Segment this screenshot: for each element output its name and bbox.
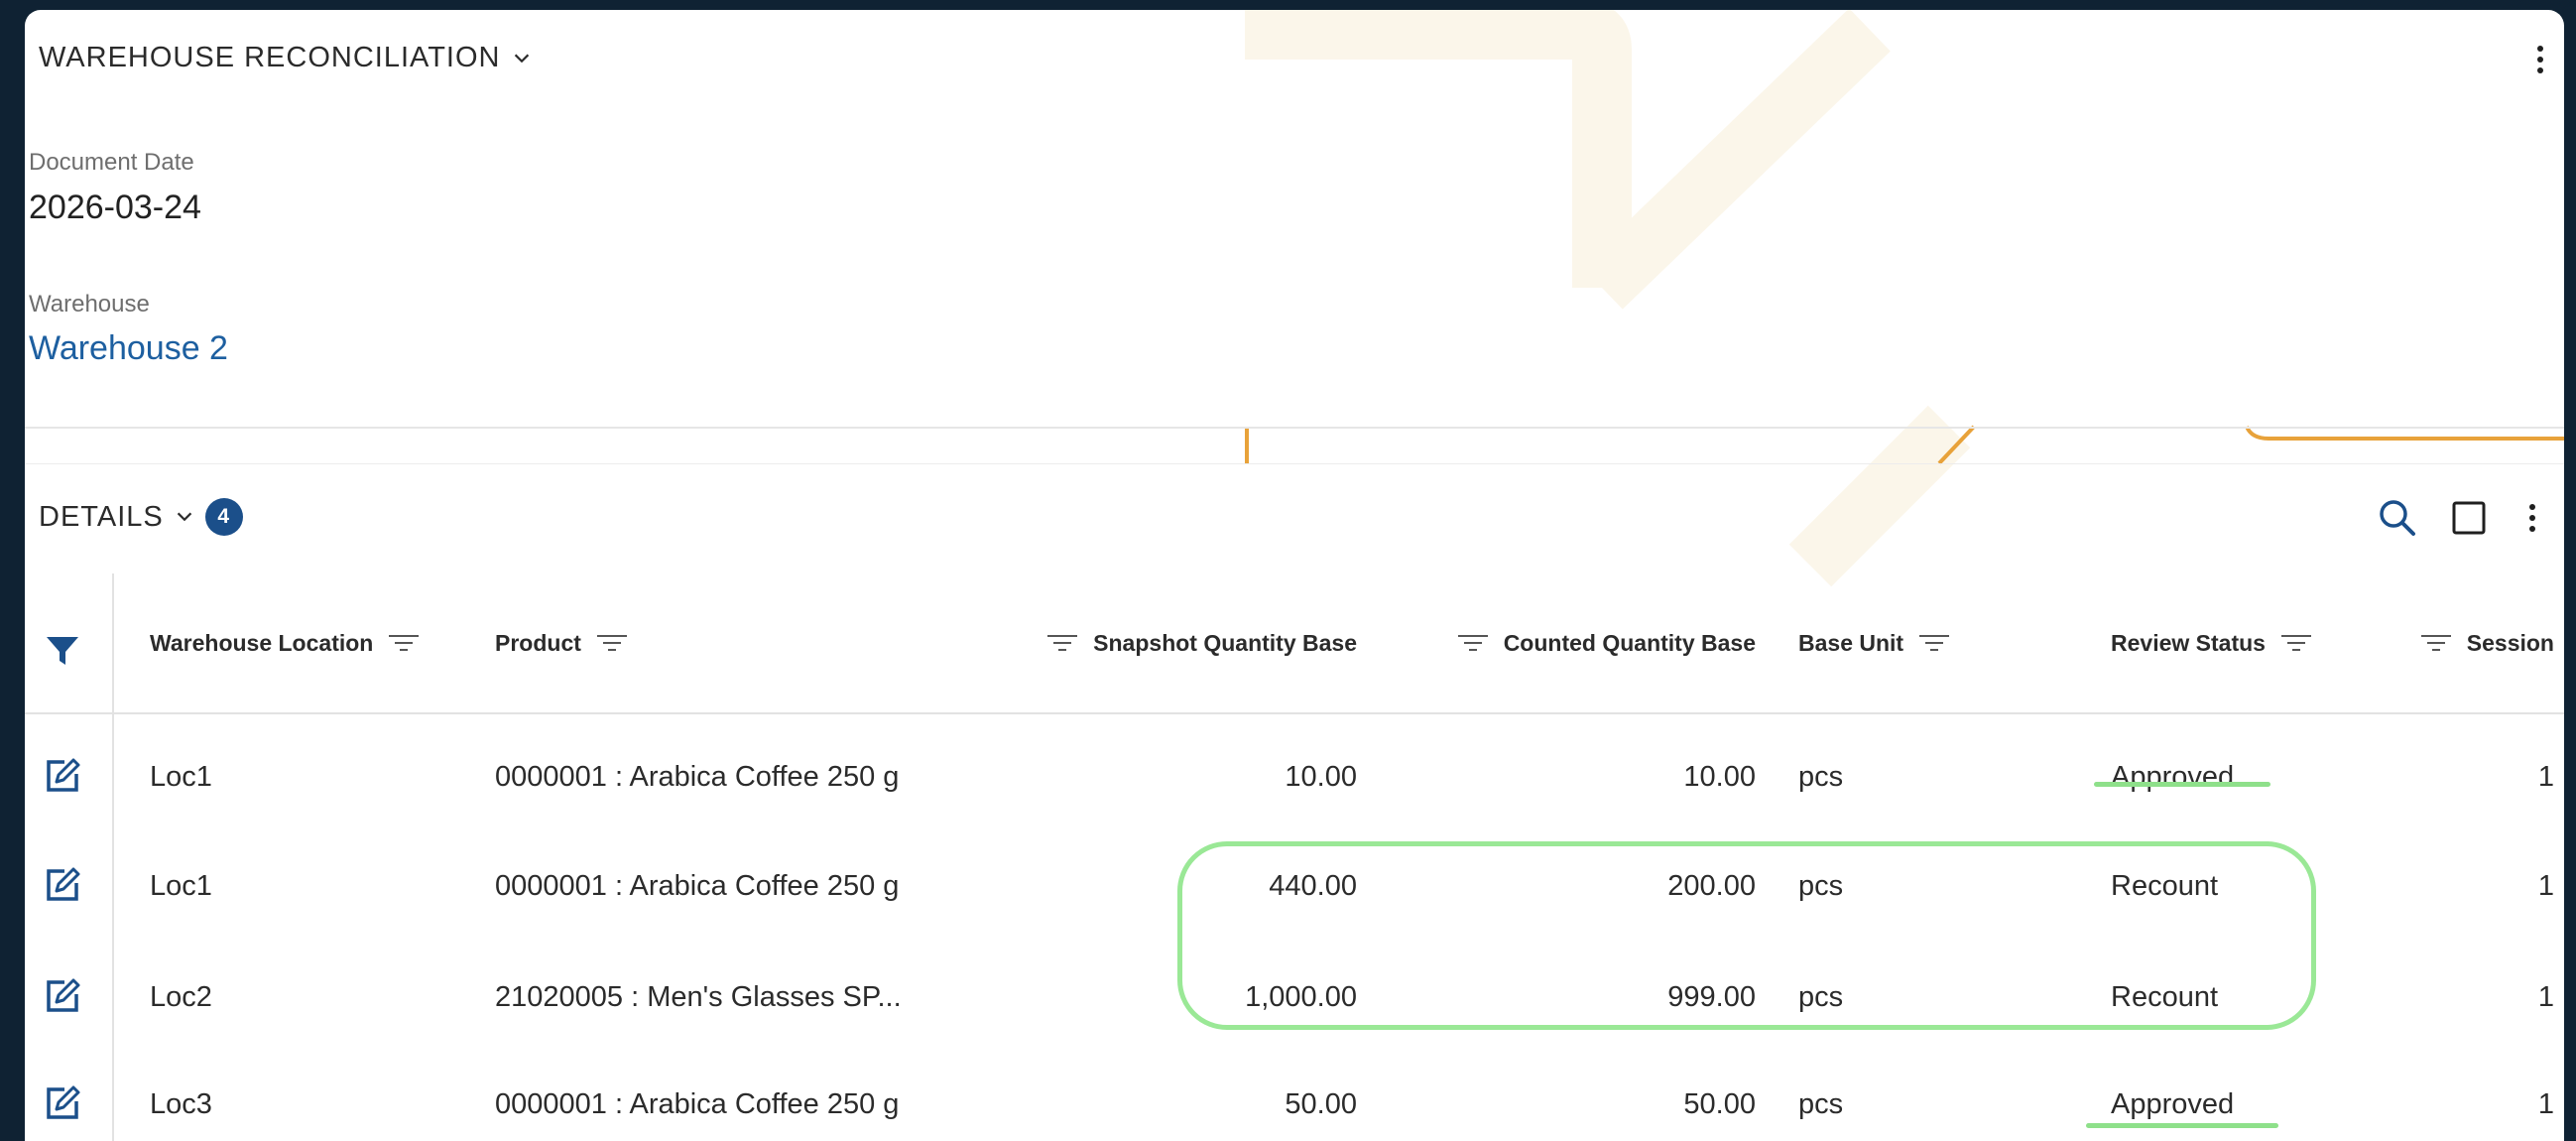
cell-product: 0000001 : Arabica Coffee 250 g: [495, 869, 900, 902]
table-more-options-icon[interactable]: [2522, 496, 2542, 540]
column-header-location-label: Warehouse Location: [150, 629, 374, 656]
column-header-session-label: Session: [2466, 629, 2554, 656]
cell-product: 0000001 : Arabica Coffee 250 g: [495, 760, 900, 793]
cell-session: 1: [2537, 869, 2554, 902]
cell-location: Loc3: [150, 1087, 212, 1120]
table-row[interactable]: Loc1 0000001 : Arabica Coffee 250 g 10.0…: [25, 722, 2564, 831]
column-filter-icon[interactable]: [2279, 630, 2313, 656]
column-filter-icon[interactable]: [1045, 630, 1079, 656]
details-title-text: DETAILS: [39, 500, 164, 533]
page-title-text: WAREHOUSE RECONCILIATION: [39, 42, 501, 73]
warehouse-label: Warehouse: [29, 291, 150, 317]
details-count-badge: 4: [204, 498, 243, 536]
column-header-product[interactable]: Product: [495, 623, 629, 663]
cell-location: Loc1: [150, 760, 212, 793]
column-header-location[interactable]: Warehouse Location: [150, 623, 421, 663]
column-header-counted[interactable]: Counted Quantity Base: [1413, 623, 1756, 663]
column-header-session[interactable]: Session: [2376, 623, 2554, 663]
cell-session: 1: [2537, 1087, 2554, 1120]
cell-counted: 50.00: [1683, 1087, 1756, 1120]
document-date-value: 2026-03-24: [29, 189, 201, 226]
cell-unit: pcs: [1798, 760, 1844, 793]
chevron-down-icon: [177, 512, 191, 522]
cell-location: Loc1: [150, 869, 212, 902]
approved-underline-annotation: [2094, 782, 2270, 787]
warehouse-link[interactable]: Warehouse 2: [29, 329, 228, 368]
recount-highlight-annotation: [1177, 841, 2316, 1030]
column-header-unit[interactable]: Base Unit: [1798, 623, 1951, 663]
edit-icon[interactable]: [43, 756, 82, 796]
column-header-snapshot[interactable]: Snapshot Quantity Base: [997, 623, 1357, 663]
edit-icon[interactable]: [43, 976, 82, 1016]
cell-unit: pcs: [1798, 1087, 1844, 1120]
column-filter-icon[interactable]: [2419, 630, 2453, 656]
column-filter-icon[interactable]: [1456, 630, 1490, 656]
cell-location: Loc2: [150, 980, 212, 1013]
column-header-status[interactable]: Review Status: [2111, 623, 2313, 663]
page-title[interactable]: WAREHOUSE RECONCILIATION: [39, 42, 533, 74]
section-divider: [25, 427, 2564, 429]
section-divider-lower: [25, 463, 2564, 464]
column-header-product-label: Product: [495, 629, 581, 656]
cell-counted: 10.00: [1683, 760, 1756, 793]
cell-product: 21020005 : Men's Glasses SP...: [495, 980, 902, 1013]
edit-icon[interactable]: [43, 1083, 82, 1123]
table-header-row: Warehouse Location Product Snapshot Quan…: [25, 573, 2564, 714]
select-all-checkbox-icon[interactable]: [2449, 498, 2489, 538]
cell-product: 0000001 : Arabica Coffee 250 g: [495, 1087, 900, 1120]
more-options-icon[interactable]: [2530, 40, 2550, 79]
cell-snapshot: 50.00: [1285, 1087, 1357, 1120]
column-header-counted-label: Counted Quantity Base: [1503, 629, 1756, 656]
cell-status: Approved: [2111, 760, 2235, 793]
cell-session: 1: [2537, 760, 2554, 793]
column-header-status-label: Review Status: [2111, 629, 2266, 656]
search-icon[interactable]: [2376, 496, 2419, 540]
cell-session: 1: [2537, 980, 2554, 1013]
details-section-title[interactable]: DETAILS 4: [39, 498, 243, 536]
column-filter-icon[interactable]: [387, 630, 421, 656]
edit-icon[interactable]: [43, 865, 82, 905]
document-date-label: Document Date: [29, 149, 194, 176]
column-header-unit-label: Base Unit: [1798, 629, 1904, 656]
column-header-snapshot-label: Snapshot Quantity Base: [1093, 629, 1357, 656]
approved-underline-annotation: [2086, 1123, 2278, 1128]
column-filter-icon[interactable]: [595, 630, 629, 656]
cell-snapshot: 10.00: [1285, 760, 1357, 793]
reconciliation-card: WAREHOUSE RECONCILIATION Document Date 2…: [25, 10, 2564, 1141]
column-filter-icon[interactable]: [1917, 630, 1951, 656]
chevron-down-icon: [514, 54, 529, 63]
